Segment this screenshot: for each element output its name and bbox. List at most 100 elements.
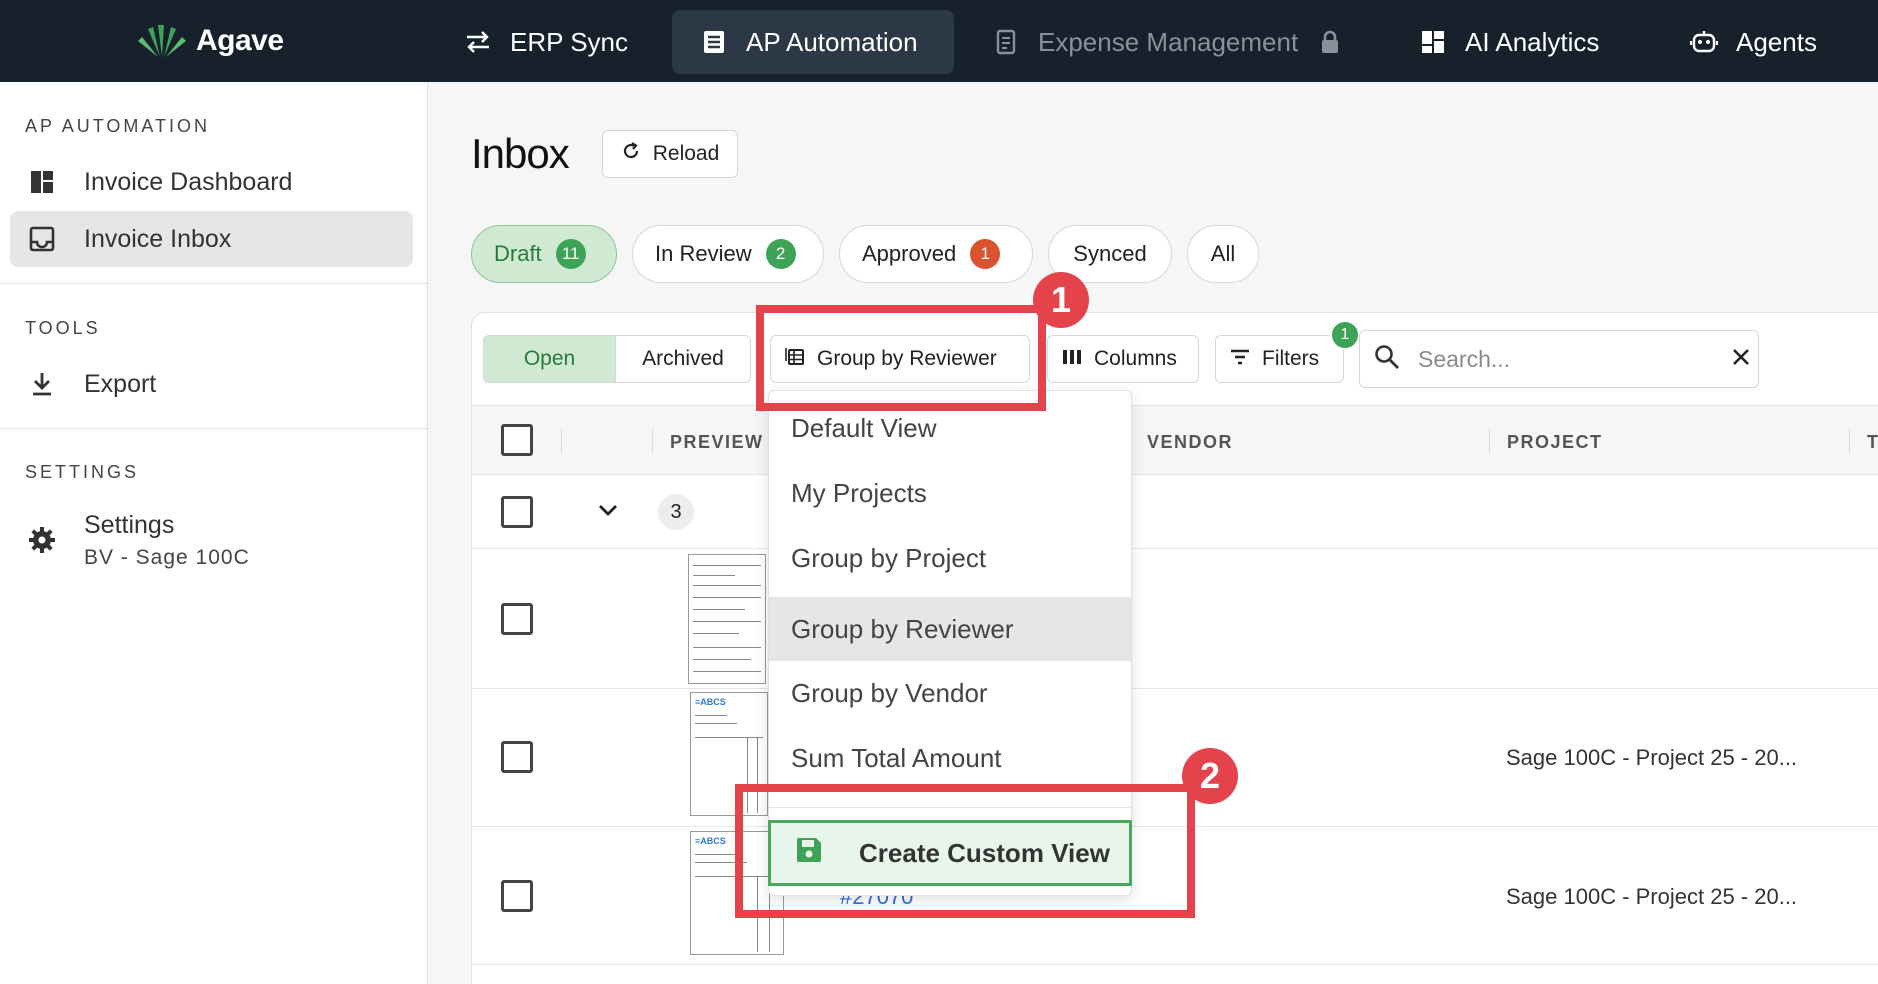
search-box [1359,330,1759,388]
status-tab-label: In Review [655,241,752,266]
search-icon [1374,344,1400,375]
segment-archived[interactable]: Archived [616,336,750,382]
menu-item-my-projects[interactable]: My Projects [769,461,1131,525]
sidebar-item-export[interactable]: Export [10,356,413,412]
row-checkbox[interactable] [501,741,533,773]
inbox-icon [28,225,56,253]
status-count-badge: 11 [555,239,586,269]
row-checkbox[interactable] [501,603,533,635]
status-tab-in-review[interactable]: In Review 2 [632,225,824,283]
search-input[interactable] [1418,345,1714,373]
agave-logo[interactable]: Agave [136,18,284,64]
column-header-vendor[interactable]: VENDOR [1147,432,1233,453]
row-checkbox[interactable] [501,880,533,912]
dashboard-icon [28,168,56,196]
status-tab-label: Draft [494,241,542,266]
sidebar-item-label: Invoice Dashboard [84,167,293,196]
status-tab-all[interactable]: All [1187,225,1259,283]
row-divider [472,688,1878,689]
nav-label: Expense Management [1038,26,1299,57]
sidebar-item-label: Settings [84,510,175,539]
status-count-badge: 1 [970,239,1001,269]
sidebar-item-settings[interactable]: Settings BV - Sage 100C [10,502,413,578]
receipt-long-icon [992,28,1020,56]
status-tab-label: All [1210,241,1236,266]
download-icon [28,370,56,398]
reload-label: Reload [652,142,720,165]
vendor-logo-icon: ≡ABCS [695,836,726,846]
nav-ap-automation[interactable]: AP Automation [672,10,954,74]
nav-expense-management[interactable]: Expense Management [964,10,1372,74]
nav-label: AP Automation [746,26,918,57]
nav-ai-analytics[interactable]: AI Analytics [1391,10,1627,74]
vendor-logo-icon: ≡ABCS [695,697,726,707]
select-all-checkbox[interactable] [501,424,533,456]
columns-icon [1062,347,1082,371]
agave-leaf-icon [136,19,188,64]
columns-label: Columns [1094,347,1177,370]
clear-search-icon[interactable] [1732,348,1750,371]
menu-item-group-by-project[interactable]: Group by Project [769,526,1131,590]
filters-count-badge: 1 [1330,320,1360,350]
filters-label: Filters [1262,347,1320,370]
sidebar-item-label: Export [84,369,157,398]
highlight-box-1 [756,305,1046,411]
sidebar-item-invoice-dashboard[interactable]: Invoice Dashboard [10,154,413,210]
status-tab-label: Synced [1073,241,1147,266]
project-cell: Sage 100C - Project 25 - 20... [1506,884,1798,909]
dashboard-icon [1419,28,1447,56]
receipt-icon [700,28,728,56]
filter-icon [1230,347,1250,371]
gear-icon [28,526,56,554]
nav-label: ERP Sync [510,26,629,57]
sidebar-item-label: Invoice Inbox [84,224,232,253]
nav-label: Agents [1736,26,1817,57]
menu-item-group-by-reviewer[interactable]: Group by Reviewer [769,597,1131,661]
status-tab-label: Approved [862,241,957,266]
sidebar-section-title: AP AUTOMATION [25,116,211,136]
highlight-box-2 [735,784,1195,918]
sidebar-item-invoice-inbox[interactable]: Invoice Inbox [10,211,413,267]
menu-item-group-by-vendor[interactable]: Group by Vendor [769,661,1131,725]
status-count-badge: 2 [765,239,796,269]
settings-text: Settings BV - Sage 100C [84,511,250,570]
table-header: PREVIEW VENDOR PROJECT T [472,405,1878,475]
column-header-preview[interactable]: PREVIEW [670,432,764,453]
column-header-project[interactable]: PROJECT [1507,432,1603,453]
nav-agents[interactable]: Agents [1662,10,1845,74]
settings-sublabel: BV - Sage 100C [84,545,250,569]
lock-icon [1316,28,1344,56]
open-archived-toggle: Open Archived [483,335,751,383]
status-tab-draft[interactable]: Draft 11 [471,225,617,283]
refresh-icon [621,141,641,167]
row-divider [472,964,1878,965]
project-cell: Sage 100C - Project 25 - 20... [1506,745,1798,770]
arrows-swap-icon [464,28,492,56]
annotation-number-2: 2 [1182,748,1238,804]
chevron-down-icon[interactable] [598,503,618,522]
status-tab-approved[interactable]: Approved 1 [839,225,1033,283]
column-header-truncated[interactable]: T [1867,432,1878,453]
menu-item-sum-total-amount[interactable]: Sum Total Amount [769,726,1131,790]
sidebar-section-title: SETTINGS [25,462,140,482]
column-separator [561,428,562,454]
robot-icon [1690,28,1718,56]
top-navigation-bar: Agave ERP Sync AP Automation Expense Man… [0,0,1878,82]
nav-label: AI Analytics [1465,26,1600,57]
sidebar-divider [0,428,428,429]
sidebar: AP AUTOMATION Invoice Dashboard Invoice … [0,82,428,984]
reload-button[interactable]: Reload [602,130,738,178]
segment-open[interactable]: Open [484,336,616,382]
invoice-preview-thumbnail[interactable] [688,554,766,684]
group-count-pill: 3 [658,494,694,530]
page-title: Inbox [471,130,570,177]
annotation-number-1: 1 [1033,272,1089,328]
column-separator [1849,428,1850,454]
columns-button[interactable]: Columns [1047,335,1199,383]
row-divider [472,548,1878,549]
sidebar-section-title: TOOLS [25,318,101,338]
nav-erp-sync[interactable]: ERP Sync [436,10,656,74]
filters-button[interactable]: Filters [1215,335,1344,383]
logo-text: Agave [196,24,284,57]
group-row-checkbox[interactable] [501,496,533,528]
